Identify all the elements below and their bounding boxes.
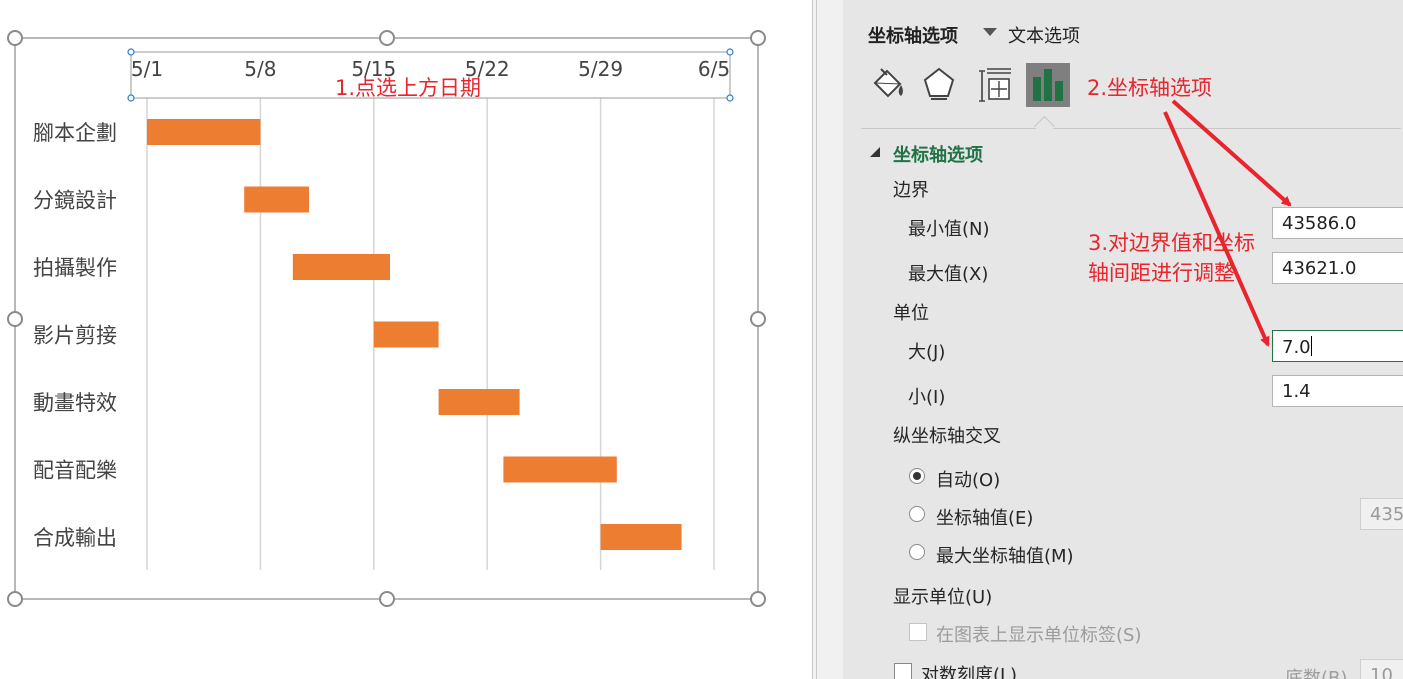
- text-cursor: [1310, 336, 1312, 356]
- show-units-checkbox[interactable]: [909, 623, 927, 641]
- radio-axis-value[interactable]: [909, 506, 925, 522]
- fill-line-icon[interactable]: [867, 63, 911, 107]
- category-label[interactable]: 動畫特效: [33, 391, 117, 415]
- minor-unit-label: 小(I): [908, 387, 946, 408]
- resize-handle[interactable]: [379, 591, 395, 607]
- units-label: 单位: [893, 303, 929, 324]
- panel-edge: [817, 0, 843, 679]
- active-tab-notch: [1033, 115, 1056, 138]
- selection-handle[interactable]: [127, 94, 135, 102]
- selection-handle[interactable]: [726, 48, 734, 56]
- chevron-down-icon[interactable]: [983, 28, 997, 36]
- selection-handle[interactable]: [726, 94, 734, 102]
- annotation-step1: 1.点选上方日期: [335, 76, 481, 100]
- major-unit-input[interactable]: 7.0: [1272, 330, 1403, 362]
- axis-value-input[interactable]: 435: [1360, 498, 1403, 530]
- resize-handle[interactable]: [7, 30, 23, 46]
- gantt-bar[interactable]: [600, 524, 682, 550]
- gantt-bars[interactable]: [147, 119, 682, 550]
- axis-options-bar-chart-icon[interactable]: [1026, 63, 1070, 107]
- major-unit-value: 7.0: [1282, 337, 1311, 358]
- chart-frame[interactable]: [14, 37, 759, 600]
- tab-axis-options[interactable]: 坐标轴选项: [868, 22, 958, 48]
- minor-unit-input[interactable]: 1.4: [1272, 375, 1403, 407]
- resize-handle[interactable]: [7, 311, 23, 327]
- radio-max-axis-value-label[interactable]: 最大坐标轴值(M): [936, 542, 1074, 568]
- max-bound-input[interactable]: 43621.0: [1272, 252, 1403, 284]
- panel-divider: [861, 128, 1401, 129]
- radio-axis-value-label[interactable]: 坐标轴值(E): [936, 504, 1033, 530]
- log-base-label: 底数(B): [1285, 668, 1348, 679]
- show-units-label: 在图表上显示单位标签(S): [936, 625, 1142, 646]
- log-scale-label[interactable]: 对数刻度(L): [921, 661, 1017, 679]
- gantt-chart[interactable]: 5/1 5/8 5/15 5/22 5/29 6/5 1.点选上方日期 腳本企劃分鏡設計拍…: [0, 0, 800, 679]
- min-bound-label: 最小值(N): [908, 219, 990, 240]
- radio-max-axis-value[interactable]: [909, 544, 925, 560]
- max-bound-label: 最大值(X): [908, 264, 989, 285]
- log-scale-checkbox[interactable]: [894, 663, 912, 679]
- category-label[interactable]: 配音配樂: [33, 459, 117, 483]
- tab-text-options[interactable]: 文本选项: [1008, 22, 1080, 48]
- category-label[interactable]: 分鏡設計: [33, 189, 117, 213]
- x-tick-label[interactable]: 5/29: [578, 57, 623, 81]
- x-tick-label[interactable]: 6/5: [698, 57, 730, 81]
- category-label[interactable]: 拍攝製作: [33, 256, 117, 280]
- category-label[interactable]: 合成輸出: [33, 526, 117, 550]
- x-tick-label[interactable]: 5/8: [244, 57, 276, 81]
- gantt-bar[interactable]: [147, 119, 261, 145]
- vertical-axis-crosses-label: 纵坐标轴交叉: [893, 426, 1001, 447]
- category-labels[interactable]: 腳本企劃分鏡設計拍攝製作影片剪接動畫特效配音配樂合成輸出: [33, 121, 117, 550]
- effects-pentagon-icon[interactable]: [917, 63, 961, 107]
- gantt-bar[interactable]: [292, 254, 390, 280]
- gantt-bar[interactable]: [438, 389, 520, 415]
- resize-handle[interactable]: [750, 311, 766, 327]
- resize-handle[interactable]: [750, 591, 766, 607]
- resize-handle[interactable]: [7, 591, 23, 607]
- format-axis-panel: 坐标轴选项 文本选项 坐标轴选项 边界 最小值(N) 43586.0 最大值(X…: [843, 0, 1403, 679]
- x-tick-label[interactable]: 5/1: [131, 57, 163, 81]
- gantt-bar[interactable]: [503, 456, 617, 483]
- chart-resize-handles[interactable]: [7, 30, 766, 607]
- log-base-input[interactable]: 10: [1360, 659, 1403, 679]
- category-label[interactable]: 影片剪接: [33, 324, 117, 348]
- section-axis-options[interactable]: 坐标轴选项: [893, 141, 983, 167]
- category-label[interactable]: 腳本企劃: [33, 121, 117, 145]
- radio-auto[interactable]: [909, 468, 925, 484]
- gantt-bar[interactable]: [373, 321, 439, 348]
- min-bound-input[interactable]: 43586.0: [1272, 207, 1403, 239]
- radio-auto-label[interactable]: 自动(O): [936, 466, 1000, 492]
- major-unit-label: 大(J): [908, 342, 946, 363]
- resize-handle[interactable]: [379, 30, 395, 46]
- collapse-triangle-icon[interactable]: [870, 147, 880, 157]
- selection-handle[interactable]: [127, 48, 135, 56]
- display-units-label: 显示单位(U): [893, 587, 993, 608]
- size-properties-icon[interactable]: [973, 63, 1017, 107]
- bounds-label: 边界: [893, 180, 929, 201]
- gantt-bar[interactable]: [244, 186, 309, 213]
- resize-handle[interactable]: [750, 30, 766, 46]
